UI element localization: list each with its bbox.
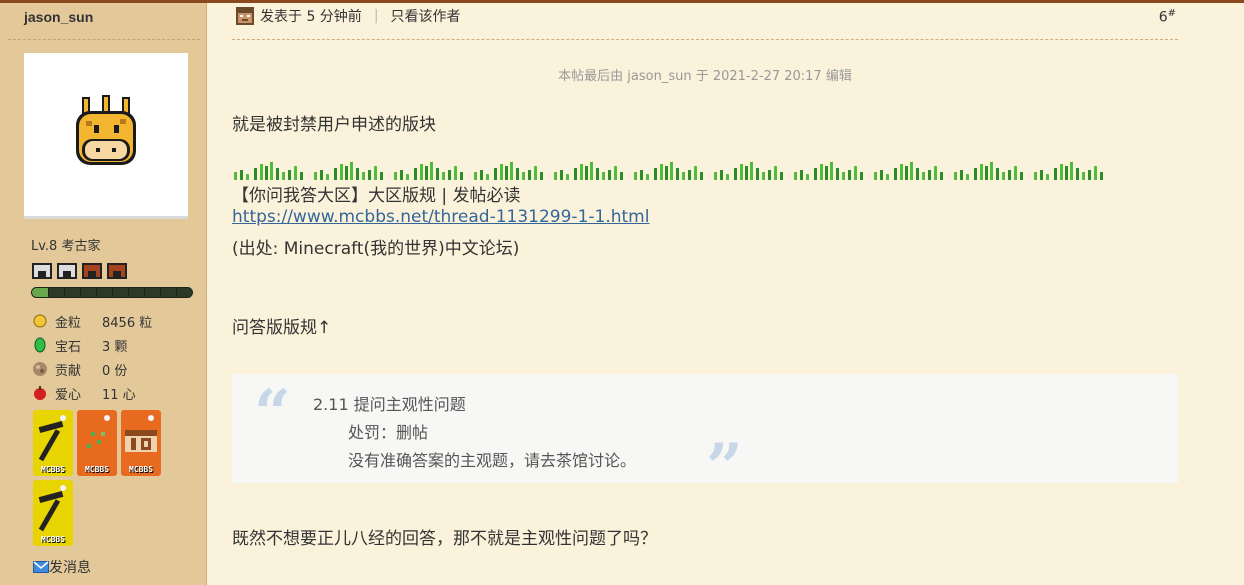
stat-row-contribution: 贡献 0 份 <box>32 357 152 381</box>
pickaxe-icon <box>38 485 66 532</box>
apple-heart-icon <box>34 386 46 400</box>
grass-tile-icon <box>394 162 463 180</box>
pickaxe-medal[interactable]: MCBBS <box>33 480 73 546</box>
post-line-1: 就是被封禁用户申述的版块 <box>232 115 436 135</box>
header-divider <box>232 39 1178 40</box>
medal-label: MCBBS <box>128 465 154 474</box>
grass-tile-icon <box>954 162 1023 180</box>
envelope-icon <box>33 561 49 573</box>
author-username[interactable]: jason_sun <box>24 9 93 25</box>
level-progress-bar <box>31 287 193 298</box>
contribution-icon <box>33 362 47 376</box>
seeds-icon <box>87 415 110 448</box>
grass-tile-icon <box>874 162 943 180</box>
grass-divider <box>232 158 1106 180</box>
rule-source: (出处: Minecraft(我的世界)中文论坛) <box>232 239 520 259</box>
stat-row-gold: 金粒 8456 粒 <box>32 309 152 333</box>
stat-value: 8456 粒 <box>102 315 153 331</box>
pickaxe-medal[interactable]: MCBBS <box>33 410 73 476</box>
rank-icons <box>31 261 128 281</box>
stat-label: 宝石 <box>55 339 82 355</box>
grass-tile-icon <box>794 162 863 180</box>
meta-separator: | <box>373 8 379 24</box>
grass-tile-icon <box>714 162 783 180</box>
iron-helmet-icon <box>57 263 77 279</box>
post-meta: 发表于 5 分钟前 | 只看该作者 <box>236 6 461 26</box>
send-message-link[interactable]: 发消息 <box>33 557 91 577</box>
floor-number[interactable]: 6# <box>1159 8 1176 26</box>
gold-nugget-icon <box>33 314 47 328</box>
author-mini-avatar-icon <box>236 7 254 25</box>
grass-medal[interactable]: MCBBS <box>77 410 117 476</box>
grass-tile-icon <box>314 162 383 180</box>
quote-block: “ 2.11 提问主观性问题 处罚：删帖 没有准确答案的主观题，请去茶馆讨论。 … <box>232 374 1178 505</box>
stat-label: 贡献 <box>55 363 82 379</box>
giraffe-avatar-icon <box>76 95 136 165</box>
send-message-label: 发消息 <box>49 560 91 576</box>
iron-helmet-icon <box>32 263 52 279</box>
quote-close-mark: ” <box>706 430 743 505</box>
stat-label: 爱心 <box>55 387 82 403</box>
medal-label: MCBBS <box>40 535 66 544</box>
quote-penalty: 处罚：删帖 <box>348 423 429 442</box>
level-progress-fill <box>32 288 48 297</box>
cake-icon <box>125 415 157 452</box>
stat-value: 11 心 <box>102 387 136 403</box>
medal-label: MCBBS <box>40 465 66 474</box>
grass-tile-icon <box>1034 162 1103 180</box>
rule-title: 【你问我答大区】大区版规 | 发帖必读 <box>232 186 521 206</box>
stat-row-heart: 爱心 11 心 <box>32 381 152 405</box>
grass-tile-icon <box>474 162 543 180</box>
medal-label: MCBBS <box>84 465 110 474</box>
quote-reason: 没有准确答案的主观题，请去茶馆讨论。 <box>348 451 637 470</box>
post-time: 发表于 5 分钟前 <box>260 9 362 25</box>
stat-row-gem: 宝石 3 颗 <box>32 333 152 357</box>
leather-helmet-icon <box>107 263 127 279</box>
sidebar-divider <box>8 39 200 40</box>
pickaxe-icon <box>38 415 66 462</box>
author-sidebar: jason_sun Lv.8 考古家 金粒 8456 粒 宝石 3 颗 贡献 0… <box>0 3 207 585</box>
floor-suffix: # <box>1167 8 1176 19</box>
only-author-link[interactable]: 只看该作者 <box>391 6 461 26</box>
emerald-icon <box>34 337 46 353</box>
grass-tile-icon <box>554 162 623 180</box>
user-stats: 金粒 8456 粒 宝石 3 颗 贡献 0 份 爱心 11 心 <box>32 309 152 405</box>
stat-value: 3 颗 <box>102 339 128 355</box>
edit-note: 本帖最后由 jason_sun 于 2021-2-27 20:17 编辑 <box>558 69 852 84</box>
grass-tile-icon <box>634 162 703 180</box>
floor-number-value: 6 <box>1158 9 1168 26</box>
grass-tile-icon <box>234 162 303 180</box>
stat-label: 金粒 <box>55 315 82 331</box>
stat-value: 0 份 <box>102 363 128 379</box>
user-level: Lv.8 考古家 <box>31 239 101 254</box>
avatar[interactable] <box>24 53 188 219</box>
leather-helmet-icon <box>82 263 102 279</box>
post-conclusion: 既然不想要正儿八经的回答，那不就是主观性问题了吗？ <box>232 529 657 549</box>
ten-year-medal[interactable]: MCBBS <box>121 410 161 476</box>
rules-note: 问答版版规↑ <box>232 318 332 338</box>
quote-title: 2.11 提问主观性问题 <box>313 395 466 414</box>
rule-link[interactable]: https://www.mcbbs.net/thread-1131299-1-1… <box>232 207 649 227</box>
quote-open-mark: “ <box>254 376 291 451</box>
